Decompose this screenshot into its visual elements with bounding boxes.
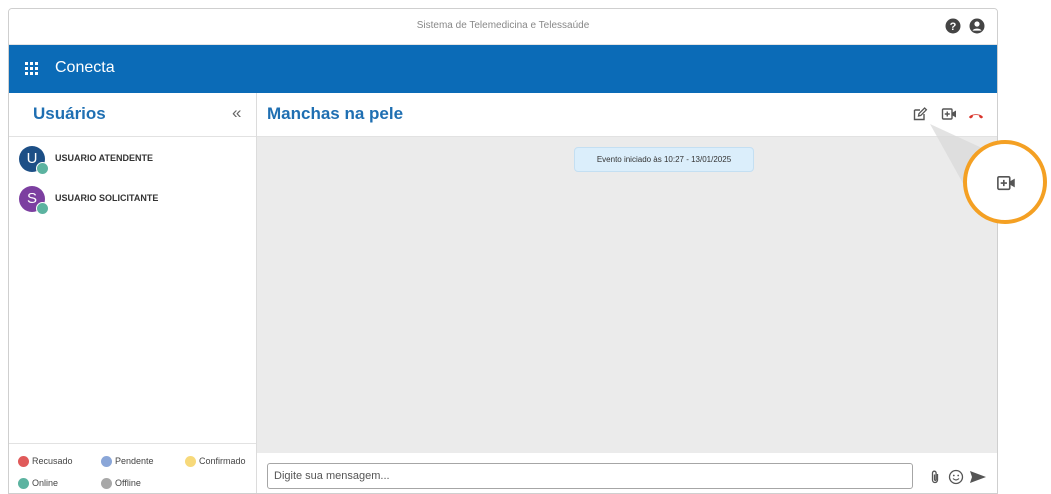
account-icon[interactable] <box>969 18 985 34</box>
title-bar: Sistema de Telemedicina e Telessaúde ? <box>9 9 997 45</box>
message-input[interactable] <box>267 463 913 489</box>
legend-item-offline: Offline <box>101 478 141 490</box>
legend-dot <box>101 478 112 490</box>
user-item-atendente[interactable]: U USUARIO ATENDENTE <box>19 146 249 175</box>
legend-dot <box>101 456 112 468</box>
legend-item-recusado: Recusado <box>18 456 73 468</box>
sidebar-header: Usuários « <box>9 93 256 137</box>
add-video-icon[interactable] <box>941 106 957 122</box>
chat-header: Manchas na pele <box>257 93 997 137</box>
status-dot-online <box>36 162 49 175</box>
attach-icon[interactable] <box>927 469 943 485</box>
collapse-sidebar-button[interactable]: « <box>232 103 241 123</box>
message-composer <box>257 453 997 493</box>
app-window: Sistema de Telemedicina e Telessaúde ? C… <box>8 8 998 494</box>
legend-item-confirmado: Confirmado <box>185 456 246 468</box>
emoji-icon[interactable] <box>948 469 964 485</box>
users-sidebar: Usuários « U USUARIO ATENDENTE S USUARIO… <box>9 93 257 493</box>
window-title: Sistema de Telemedicina e Telessaúde <box>416 20 590 31</box>
add-video-icon <box>997 175 1015 191</box>
user-name: USUARIO ATENDENTE <box>55 153 154 163</box>
legend-dot <box>18 456 29 468</box>
help-icon[interactable]: ? <box>945 18 961 34</box>
user-name: USUARIO SOLICITANTE <box>55 193 159 203</box>
chat-title: Manchas na pele <box>267 104 404 123</box>
app-bar: Conecta <box>9 45 997 93</box>
user-item-solicitante[interactable]: S USUARIO SOLICITANTE <box>19 186 249 215</box>
zoom-callout <box>963 140 1047 224</box>
hang-up-icon[interactable] <box>968 107 984 123</box>
event-started-badge: Evento iniciado às 10:27 - 13/01/2025 <box>574 147 754 172</box>
apps-grid-icon[interactable] <box>25 62 38 75</box>
send-icon[interactable] <box>969 469 987 485</box>
status-dot-online <box>36 202 49 215</box>
edit-icon[interactable] <box>912 106 928 122</box>
svg-text:?: ? <box>950 21 957 33</box>
sidebar-title: Usuários <box>33 104 106 123</box>
legend-dot <box>18 478 29 490</box>
messages-area: Evento iniciado às 10:27 - 13/01/2025 <box>257 137 997 453</box>
legend-item-pendente: Pendente <box>101 456 154 468</box>
legend-item-online: Online <box>18 478 58 490</box>
app-name: Conecta <box>55 59 115 76</box>
legend-dot <box>185 456 196 468</box>
chat-panel: Manchas na pele Evento iniciado às 10:27… <box>257 93 997 493</box>
status-legend: Recusado Pendente Confirmado Online Offl… <box>9 443 256 493</box>
